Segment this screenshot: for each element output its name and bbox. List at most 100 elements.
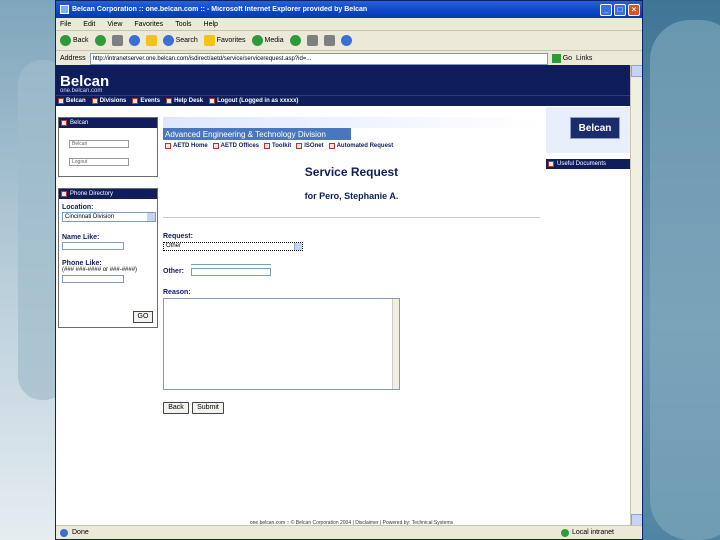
back-form-button[interactable]: Back xyxy=(163,402,189,414)
edit-icon[interactable] xyxy=(340,35,352,46)
bullet-icon xyxy=(58,98,64,104)
bullet-icon xyxy=(264,142,271,149)
menu-tools[interactable]: Tools xyxy=(175,21,191,28)
request-value: Other xyxy=(166,243,182,249)
divider xyxy=(163,217,540,218)
login-field-2[interactable]: Logout xyxy=(69,158,129,166)
link-toolkit[interactable]: Toolkit xyxy=(264,142,291,149)
request-label: Request: xyxy=(163,233,193,240)
nav-divisions[interactable]: Divisions xyxy=(91,98,127,104)
link-aetd-offices[interactable]: AETD Offices xyxy=(212,142,260,149)
browser-window: Belcan Corporation :: one.belcan.com :: … xyxy=(55,0,643,540)
minimize-button[interactable]: _ xyxy=(600,3,612,16)
close-button[interactable]: × xyxy=(628,3,640,16)
directory-go-button[interactable]: GO xyxy=(133,311,153,323)
nav-label: Help Desk xyxy=(174,98,204,104)
bullet-icon xyxy=(91,98,98,104)
link-aetd-home[interactable]: AETD Home xyxy=(165,142,208,149)
search-button[interactable]: Search xyxy=(162,35,198,46)
security-zone: Local intranet xyxy=(560,528,614,537)
address-input[interactable]: http://intranetserver.one.belcan.com/isd… xyxy=(89,52,548,65)
search-label: Search xyxy=(175,37,198,44)
zone-label: Local intranet xyxy=(571,529,614,536)
nav-events[interactable]: Events xyxy=(132,98,160,104)
refresh-icon[interactable] xyxy=(128,35,140,46)
site-header: Belcan one.belcan.com xyxy=(56,65,630,95)
bullet-icon xyxy=(165,142,171,149)
back-button[interactable]: Back xyxy=(60,35,89,46)
back-label: Back xyxy=(73,37,89,44)
phone-hint: (### ###-#### or ###-####) xyxy=(62,267,138,273)
phone-directory-panel: Phone Directory Location: Cincinnati Div… xyxy=(58,188,158,328)
page-viewport: Belcan one.belcan.com Belcan Divisions E… xyxy=(56,65,630,526)
media-button[interactable]: Media xyxy=(251,35,284,46)
links-label[interactable]: Links xyxy=(576,55,592,62)
bullet-icon xyxy=(328,142,335,149)
menu-help[interactable]: Help xyxy=(204,21,218,28)
location-value: Cincinnati Division xyxy=(65,214,115,220)
ie-icon xyxy=(60,5,69,14)
status-bar: Done Local intranet xyxy=(56,525,642,539)
textarea-scrollbar[interactable] xyxy=(392,299,399,389)
nav-label: Divisions xyxy=(99,98,127,104)
reason-textarea[interactable] xyxy=(163,298,400,390)
toolbar: Back Search Favorites Media xyxy=(56,31,642,51)
page-subtitle: for Pero, Stephanie A. xyxy=(304,191,399,201)
scroll-up-icon[interactable] xyxy=(631,65,642,77)
belcan-badge: Belcan xyxy=(570,117,620,139)
link-label: AETD Offices xyxy=(220,142,260,149)
login-panel: Belcan Belcan Logout xyxy=(58,117,158,177)
bullet-icon xyxy=(61,191,67,197)
useful-documents-strip[interactable]: Useful Documents xyxy=(546,159,630,169)
nav-label: Belcan xyxy=(66,98,86,104)
bullet-icon xyxy=(132,98,139,104)
nav-label: Events xyxy=(140,98,161,104)
bullet-icon xyxy=(548,161,554,167)
right-banner: Belcan xyxy=(546,107,630,153)
menu-view[interactable]: View xyxy=(107,21,122,28)
bullet-icon xyxy=(212,142,219,149)
division-links: AETD Home AETD Offices Toolkit ISOnet Au… xyxy=(163,140,540,151)
bullet-icon xyxy=(166,98,173,104)
request-select[interactable]: Other xyxy=(163,242,303,251)
maximize-button[interactable]: □ xyxy=(614,3,626,16)
directory-panel-title: Phone Directory xyxy=(70,191,114,197)
media-label: Media xyxy=(264,37,284,44)
link-automated-request[interactable]: Automated Request xyxy=(328,142,394,149)
favorites-button[interactable]: Favorites xyxy=(203,35,246,46)
stop-icon[interactable] xyxy=(111,35,123,46)
division-banner-top xyxy=(163,117,540,128)
home-icon[interactable] xyxy=(145,35,157,46)
go-button[interactable]: Go xyxy=(551,54,572,63)
page-title: Service Request xyxy=(304,165,399,179)
submit-button[interactable]: Submit xyxy=(192,402,224,414)
nav-logout[interactable]: Logout (Logged in as xxxxx) xyxy=(209,98,298,104)
print-icon[interactable] xyxy=(323,35,335,46)
login-field-1[interactable]: Belcan xyxy=(69,140,129,148)
division-title: Advanced Engineering & Technology Divisi… xyxy=(163,128,351,140)
other-input[interactable] xyxy=(191,268,271,276)
nav-label: Logout (Logged in as xxxxx) xyxy=(217,98,299,104)
search-icon xyxy=(162,35,174,46)
menu-favorites[interactable]: Favorites xyxy=(134,21,163,28)
link-isonet[interactable]: ISOnet xyxy=(296,142,324,149)
media-icon xyxy=(251,35,263,46)
nav-belcan[interactable]: Belcan xyxy=(58,98,86,104)
vertical-scrollbar[interactable] xyxy=(630,65,642,526)
chevron-down-icon xyxy=(294,243,302,250)
forward-arrow-icon[interactable] xyxy=(94,35,106,46)
link-label: Automated Request xyxy=(336,142,394,149)
history-icon[interactable] xyxy=(289,35,301,46)
phone-like-input[interactable] xyxy=(62,275,124,283)
menu-file[interactable]: File xyxy=(60,21,71,28)
bullet-icon xyxy=(296,142,303,149)
intranet-icon xyxy=(560,528,569,537)
name-like-input[interactable] xyxy=(62,242,124,250)
phone-like-label: Phone Like: xyxy=(62,260,102,267)
location-select[interactable]: Cincinnati Division xyxy=(62,212,156,222)
nav-help-desk[interactable]: Help Desk xyxy=(166,98,203,104)
status-text: Done xyxy=(72,529,89,536)
menu-edit[interactable]: Edit xyxy=(83,21,95,28)
mail-icon[interactable] xyxy=(306,35,318,46)
site-nav: Belcan Divisions Events Help Desk Logout… xyxy=(56,95,630,106)
